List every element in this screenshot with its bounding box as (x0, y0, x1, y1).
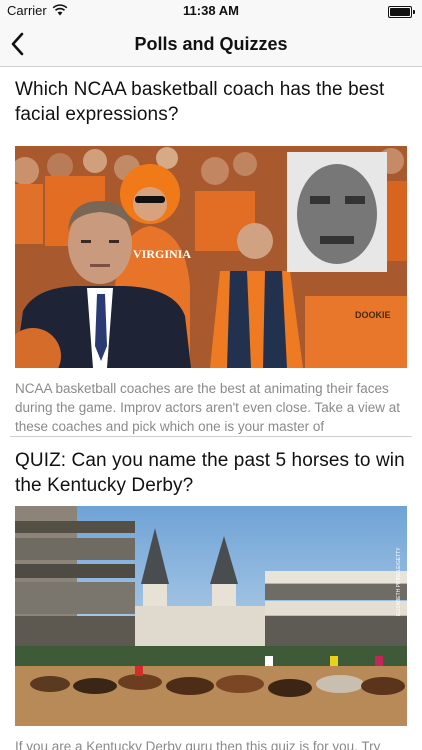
dirt-track (15, 666, 407, 726)
poll-card[interactable]: Which NCAA basketball coach has the best… (0, 67, 422, 436)
coach-crowd-photo[interactable]: VIRGINIA DOOKIE (15, 146, 407, 368)
battery-level (390, 8, 410, 16)
clock: 11:38 AM (183, 3, 239, 18)
sign-text: DOOKIE (355, 310, 391, 320)
infield (15, 646, 407, 666)
kentucky-derby-photo[interactable]: ELIZABETH PRINGLE/GETTY (15, 506, 407, 726)
navigation-bar: Polls and Quizzes (0, 22, 422, 67)
photo-credit: ELIZABETH PRINGLE/GETTY (396, 547, 402, 616)
shirt-text: VIRGINIA (133, 247, 191, 261)
card-description: NCAA basketball coaches are the best at … (15, 381, 401, 434)
card-title[interactable]: Which NCAA basketball coach has the best… (15, 77, 407, 135)
feed-list[interactable]: Which NCAA basketball coach has the best… (0, 67, 422, 750)
right-grandstand (265, 571, 407, 646)
status-bar: Carrier 11:38 AM (0, 0, 422, 22)
card-title[interactable]: QUIZ: Can you name the past 5 horses to … (15, 448, 407, 498)
battery-icon (388, 6, 415, 18)
quiz-card[interactable]: QUIZ: Can you name the past 5 horses to … (0, 437, 422, 750)
card-description: If you are a Kentucky Derby guru then th… (15, 739, 381, 750)
page-title: Polls and Quizzes (134, 34, 288, 54)
